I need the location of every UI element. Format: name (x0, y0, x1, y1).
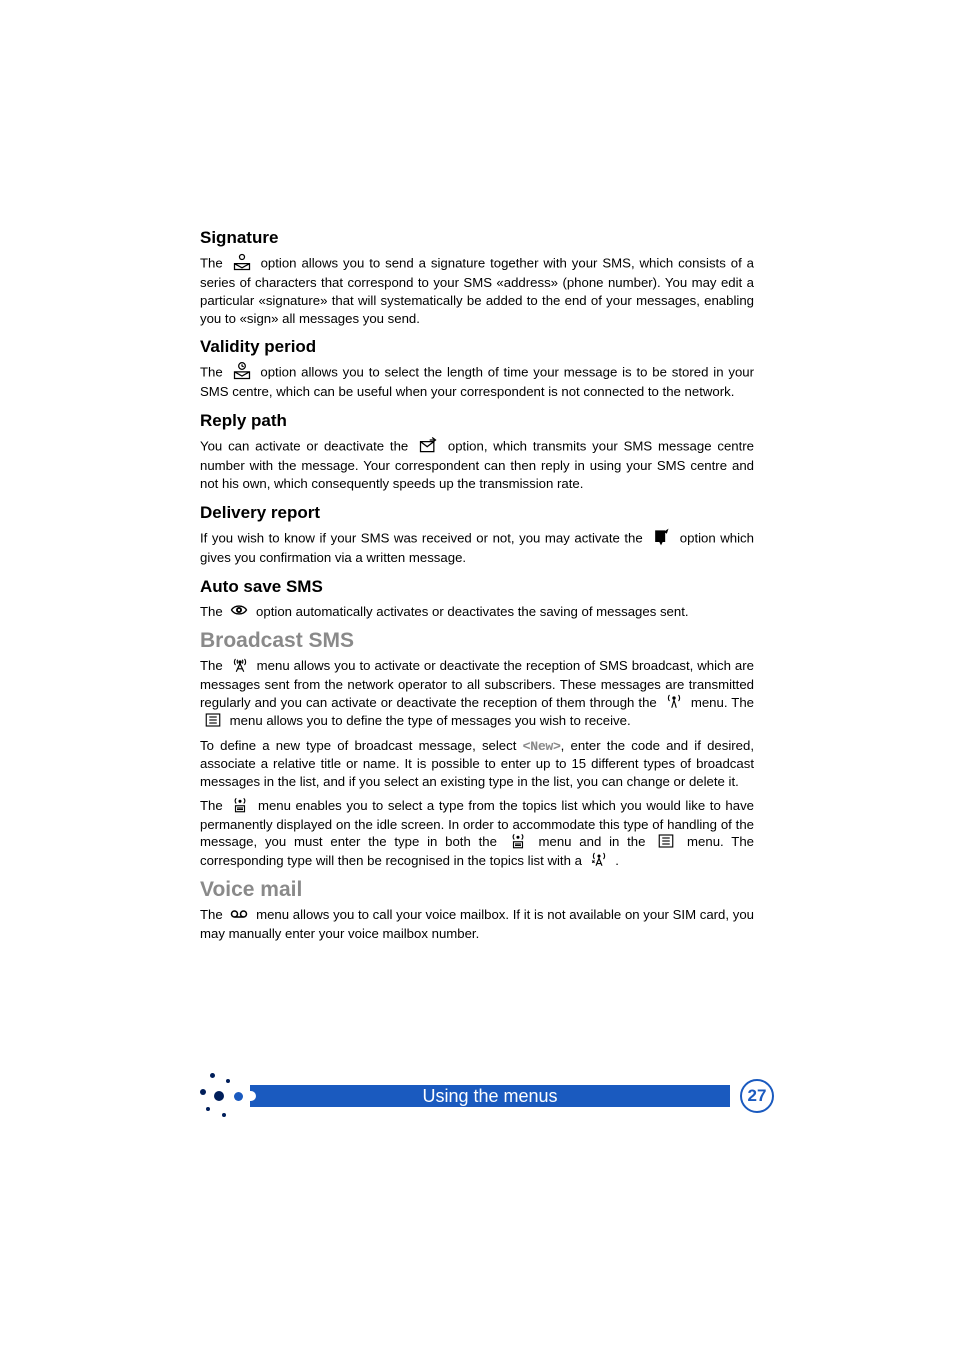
footer-title: Using the menus (422, 1086, 557, 1107)
text: menu and in the (531, 834, 654, 849)
person-envelope-icon (232, 252, 252, 272)
heading-voicemail: Voice mail (200, 878, 754, 902)
eye-gear-icon (230, 601, 248, 619)
text: menu allows you to define the type of me… (226, 713, 631, 728)
text: menu. The (687, 695, 754, 710)
heading-validity: Validity period (200, 337, 754, 357)
heading-reply: Reply path (200, 411, 754, 431)
text: The (200, 658, 227, 673)
text: option automatically activates or deacti… (252, 604, 688, 619)
delivery-report-icon (651, 527, 671, 547)
text: To define a new type of broadcast messag… (200, 738, 523, 753)
para-autosave: The option automatically activates or de… (200, 603, 754, 622)
para-delivery: If you wish to know if your SMS was rece… (200, 529, 754, 567)
antenna-mark-icon (590, 850, 608, 868)
clock-envelope-icon (232, 361, 252, 381)
reply-envelope-icon (418, 435, 438, 455)
para-broadcast-2: To define a new type of broadcast messag… (200, 737, 754, 791)
footer-title-bar: Using the menus (250, 1085, 730, 1107)
antenna-receive-icon (665, 692, 683, 710)
new-option-label: <New> (523, 739, 561, 754)
para-reply: You can activate or deactivate the optio… (200, 437, 754, 493)
page-footer: Using the menus 27 (196, 1071, 774, 1121)
list-menu-icon (204, 711, 222, 729)
antenna-display-icon (509, 832, 527, 850)
antenna-display-icon (231, 796, 249, 814)
text: The (200, 365, 228, 380)
text: The (200, 798, 227, 813)
text: option allows you to send a signature to… (200, 255, 754, 325)
heading-delivery: Delivery report (200, 503, 754, 523)
list-menu-icon (657, 832, 675, 850)
text: menu allows you to call your voice mailb… (200, 907, 754, 941)
text: You can activate or deactivate the (200, 439, 414, 454)
text: The (200, 604, 226, 619)
text: The (200, 255, 228, 270)
para-validity: The option allows you to select the leng… (200, 363, 754, 401)
para-broadcast-1: The menu allows you to activate or deact… (200, 657, 754, 730)
heading-broadcast: Broadcast SMS (200, 629, 754, 653)
para-voicemail: The menu allows you to call your voice m… (200, 906, 754, 942)
heading-autosave: Auto save SMS (200, 577, 754, 597)
text: . (612, 853, 619, 868)
antenna-broadcast-icon (231, 656, 249, 674)
page-number: 27 (748, 1086, 767, 1106)
text: If you wish to know if your SMS was rece… (200, 530, 647, 545)
page-number-badge: 27 (740, 1079, 774, 1113)
text: The (200, 907, 226, 922)
footer-dots-icon (196, 1071, 246, 1121)
voicemail-icon (230, 905, 248, 923)
para-signature: The option allows you to send a signatur… (200, 254, 754, 327)
para-broadcast-3: The menu enables you to select a type fr… (200, 797, 754, 870)
page-content: Signature The option allows you to send … (0, 0, 954, 943)
text: option allows you to select the length o… (200, 365, 754, 400)
heading-signature: Signature (200, 228, 754, 248)
